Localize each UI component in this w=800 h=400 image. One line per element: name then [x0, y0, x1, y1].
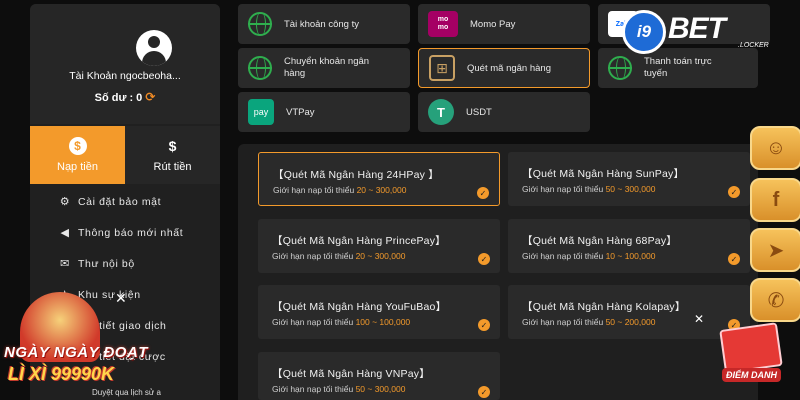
brand-logo: i9 BET .LOCKER: [620, 10, 770, 56]
sidebar-item-notifications[interactable]: ◀ Thông báo mới nhất: [30, 217, 220, 248]
gift-box-icon: [719, 322, 783, 374]
payment-method-label: USDT: [466, 106, 492, 118]
brand-word: BET: [668, 12, 726, 45]
bank-limit: Giới hạn nạp tối thiểu 50 ~ 300,000: [272, 384, 406, 394]
payment-method-label: VTPay: [286, 106, 315, 118]
bank-limit-range: 50 ~ 300,000: [355, 384, 406, 394]
bank-title: 【Quét Mã Ngân Hàng YouFuBao】: [272, 301, 447, 313]
close-icon[interactable]: ✕: [694, 312, 704, 326]
bank-limit-range: 10 ~ 100,000: [605, 251, 656, 261]
profile-card: Tài Khoản ngocbeoha... Số dư : 0 ⟳: [30, 4, 220, 124]
globe-icon: [248, 12, 272, 36]
tab-withdraw[interactable]: $ Rút tiền: [125, 126, 220, 184]
tab-withdraw-label: Rút tiền: [153, 161, 192, 173]
sidebar-item-label: Cài đặt bảo mật: [78, 195, 162, 208]
vtpay-icon: pay: [248, 99, 274, 125]
close-icon[interactable]: ✕: [115, 290, 127, 307]
balance-label: Số dư : 0: [94, 92, 143, 104]
check-icon: ✓: [478, 319, 490, 331]
bank-limit-range: 20 ~ 300,000: [356, 185, 407, 195]
avatar-icon[interactable]: [136, 30, 172, 66]
payment-method-qr-bank[interactable]: ⊞ Quét mã ngân hàng: [418, 48, 590, 88]
bank-limit: Giới hạn nạp tối thiểu 20 ~ 300,000: [272, 251, 406, 261]
telegram-icon: ➤: [767, 239, 785, 262]
headset-icon: ☺: [765, 136, 787, 159]
account-name: Tài Khoản ngocbeoha...: [69, 70, 181, 82]
refresh-icon[interactable]: ⟳: [145, 90, 155, 104]
bank-option-vnpay[interactable]: 【Quét Mã Ngân Hàng VNPay】 Giới hạn nạp t…: [258, 352, 500, 400]
phone-icon: ✆: [767, 289, 785, 312]
usdt-icon: T: [428, 99, 454, 125]
payment-method-bank-transfer[interactable]: Chuyển khoản ngân hàng: [238, 48, 410, 88]
bank-limit-range: 50 ~ 300,000: [605, 184, 656, 194]
coin-icon: $: [68, 137, 87, 155]
brand-sub: .LOCKER: [738, 42, 769, 49]
promo-line2: LÌ XÌ 99990K: [8, 364, 115, 384]
telegram-button[interactable]: ➤: [750, 228, 800, 272]
sidebar-item-label: Thông báo mới nhất: [78, 226, 184, 239]
daily-checkin-button[interactable]: ĐIỂM DANH: [712, 318, 788, 388]
globe-icon: [608, 56, 632, 80]
momo-icon: mo mo: [428, 11, 458, 37]
promo-banner[interactable]: NGÀY NGÀY ĐOẠT LÌ XÌ 99990K ✕ Duyệt qua …: [0, 290, 180, 400]
payment-method-label: Chuyển khoản ngân hàng: [284, 56, 370, 79]
action-tabs: $ Nạp tiền $ Rút tiền: [30, 126, 220, 184]
support-button[interactable]: ☺: [750, 126, 800, 170]
payment-method-company[interactable]: Tài khoản công ty: [238, 4, 410, 44]
hotline-button[interactable]: ✆: [750, 278, 800, 322]
payment-method-label: Momo Pay: [470, 18, 516, 30]
cash-hand-icon: $: [168, 138, 177, 154]
bank-option-sunpay[interactable]: 【Quét Mã Ngân Hàng SunPay】 Giới hạn nạp …: [508, 152, 750, 206]
gift-label: ĐIỂM DANH: [722, 368, 781, 382]
bank-limit-range: 50 ~ 200,000: [605, 317, 656, 327]
user-gear-icon: ⚙: [59, 196, 71, 208]
bank-limit: Giới hạn nạp tối thiểu 50 ~ 200,000: [522, 317, 656, 327]
bank-list-panel: 【Quét Mã Ngân Hàng 24HPay 】 Giới hạn nạp…: [238, 144, 758, 400]
check-icon: ✓: [728, 186, 740, 198]
bank-title: 【Quét Mã Ngân Hàng VNPay】: [272, 368, 430, 380]
bank-limit: Giới hạn nạp tối thiểu 50 ~ 300,000: [522, 184, 656, 194]
bank-option-princepay[interactable]: 【Quét Mã Ngân Hàng PrincePay】 Giới hạn n…: [258, 219, 500, 273]
mail-icon: ✉: [60, 258, 70, 270]
bank-option-24hpay[interactable]: 【Quét Mã Ngân Hàng 24HPay 】 Giới hạn nạp…: [258, 152, 500, 206]
promo-line1: NGÀY NGÀY ĐOẠT: [4, 344, 148, 361]
check-icon: ✓: [478, 386, 490, 398]
payment-method-label: Quét mã ngân hàng: [467, 62, 551, 74]
facebook-icon: f: [772, 188, 780, 211]
bank-option-youfubao[interactable]: 【Quét Mã Ngân Hàng YouFuBao】 Giới hạn nạ…: [258, 285, 500, 339]
qr-code-icon: ⊞: [429, 55, 455, 81]
globe-icon: [248, 56, 272, 80]
payment-method-label: Thanh toán trực tuyến: [644, 56, 712, 79]
check-icon: ✓: [728, 253, 740, 265]
bank-limit-range: 20 ~ 300,000: [355, 251, 406, 261]
payment-method-vtpay[interactable]: pay VTPay: [238, 92, 410, 132]
bank-limit: Giới hạn nạp tối thiểu 20 ~ 300,000: [273, 185, 407, 195]
sidebar-item-security[interactable]: ⚙ Cài đặt bảo mật: [30, 186, 220, 217]
bank-title: 【Quét Mã Ngân Hàng SunPay】: [522, 168, 685, 180]
bank-limit: Giới hạn nạp tối thiểu 10 ~ 100,000: [522, 251, 656, 261]
megaphone-icon: ◀: [60, 227, 70, 239]
sidebar-item-label: Thư nội bộ: [78, 257, 135, 270]
tab-deposit-label: Nạp tiền: [57, 161, 98, 173]
bank-title: 【Quét Mã Ngân Hàng 24HPay 】: [273, 169, 439, 181]
facebook-button[interactable]: f: [750, 178, 800, 222]
promo-caption: Duyệt qua lịch sử a: [92, 388, 161, 397]
bank-title: 【Quét Mã Ngân Hàng 68Pay】: [522, 235, 677, 247]
payment-method-label: Tài khoản công ty: [284, 18, 359, 30]
bank-limit: Giới hạn nạp tối thiểu 100 ~ 100,000: [272, 317, 411, 327]
tab-deposit[interactable]: $ Nạp tiền: [30, 126, 125, 184]
payment-method-momo[interactable]: mo mo Momo Pay: [418, 4, 590, 44]
brand-mark: i9: [622, 10, 666, 54]
bank-title: 【Quét Mã Ngân Hàng PrincePay】: [272, 235, 446, 247]
bank-option-68pay[interactable]: 【Quét Mã Ngân Hàng 68Pay】 Giới hạn nạp t…: [508, 219, 750, 273]
bank-limit-range: 100 ~ 100,000: [355, 317, 411, 327]
bank-title: 【Quét Mã Ngân Hàng Kolapay】: [522, 301, 686, 313]
check-icon: ✓: [478, 253, 490, 265]
payment-method-usdt[interactable]: T USDT: [418, 92, 590, 132]
check-icon: ✓: [477, 187, 489, 199]
balance-row: Số dư : 0 ⟳: [30, 90, 220, 104]
sidebar-item-inbox[interactable]: ✉ Thư nội bộ: [30, 248, 220, 279]
